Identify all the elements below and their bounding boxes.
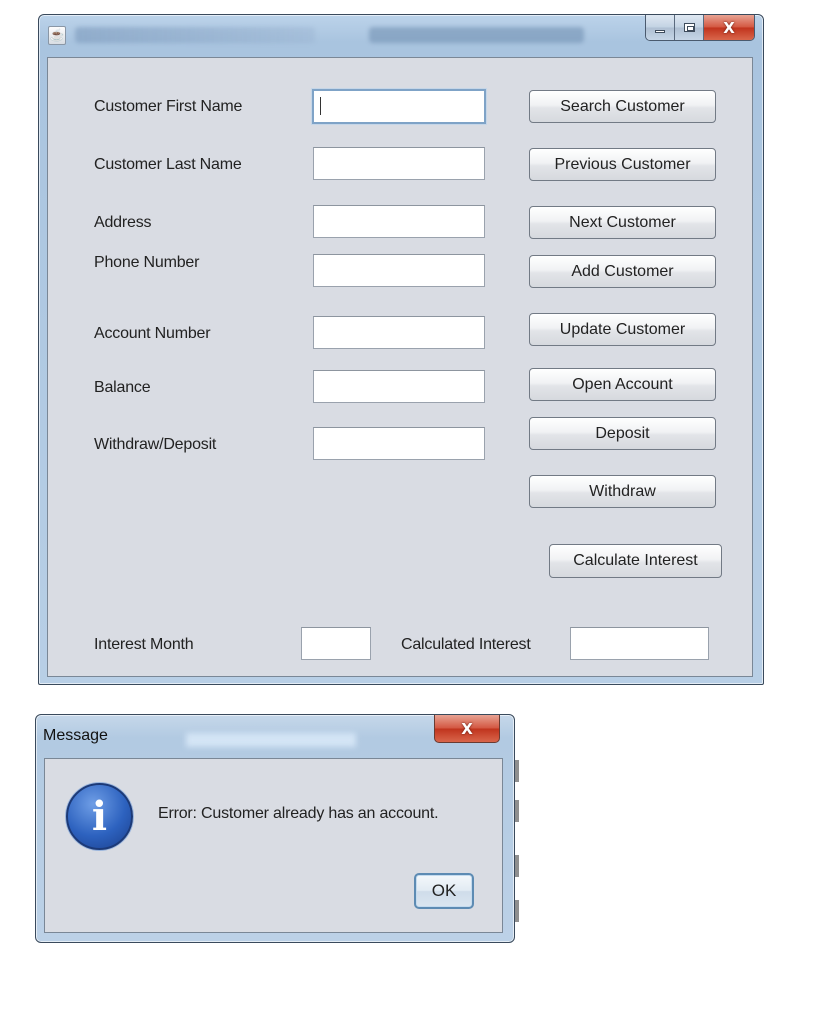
address-input[interactable] bbox=[313, 205, 485, 238]
withdraw-deposit-label: Withdraw/Deposit bbox=[94, 436, 217, 453]
customer-form-panel: Customer First Name Customer Last Name A… bbox=[47, 57, 753, 677]
add-customer-button[interactable]: Add Customer bbox=[529, 255, 716, 288]
first-name-input[interactable] bbox=[312, 89, 486, 124]
dialog-message: Error: Customer already has an account. bbox=[158, 805, 439, 822]
last-name-label: Customer Last Name bbox=[94, 156, 242, 173]
info-icon: i bbox=[66, 783, 133, 850]
window-controls: X bbox=[645, 15, 755, 41]
deposit-button[interactable]: Deposit bbox=[529, 417, 716, 450]
calculated-interest-output[interactable] bbox=[570, 627, 709, 660]
window-title-blurred-secondary bbox=[369, 27, 584, 43]
account-number-input[interactable] bbox=[313, 316, 485, 349]
maximize-icon bbox=[683, 23, 695, 32]
window-title-blurred bbox=[75, 27, 315, 43]
phone-number-input[interactable] bbox=[313, 254, 485, 287]
first-name-label: Customer First Name bbox=[94, 98, 243, 115]
minimize-button[interactable] bbox=[646, 15, 675, 40]
dialog-title: Message bbox=[43, 727, 108, 744]
info-icon-glyph: i bbox=[91, 792, 108, 840]
background-window-edge bbox=[515, 800, 519, 822]
withdraw-button[interactable]: Withdraw bbox=[529, 475, 716, 508]
close-icon: X bbox=[461, 719, 473, 738]
last-name-input[interactable] bbox=[313, 147, 485, 180]
background-window-edge bbox=[515, 760, 519, 782]
title-bar[interactable]: ☕ [blurred title] X bbox=[39, 15, 763, 57]
previous-customer-button[interactable]: Previous Customer bbox=[529, 148, 716, 181]
maximize-button[interactable] bbox=[675, 15, 704, 40]
withdraw-deposit-input[interactable] bbox=[313, 427, 485, 460]
close-button[interactable]: X bbox=[704, 15, 754, 40]
background-window-edge bbox=[515, 900, 519, 922]
address-label: Address bbox=[94, 214, 152, 231]
search-customer-button[interactable]: Search Customer bbox=[529, 90, 716, 123]
interest-month-label: Interest Month bbox=[94, 636, 194, 653]
account-number-label: Account Number bbox=[94, 325, 211, 342]
java-app-icon: ☕ bbox=[48, 26, 66, 45]
balance-label: Balance bbox=[94, 379, 151, 396]
message-dialog: Message X i Error: Customer already has … bbox=[35, 714, 515, 943]
text-caret bbox=[320, 97, 321, 115]
main-window: ☕ [blurred title] X Customer First Name … bbox=[38, 14, 764, 685]
dialog-body: i Error: Customer already has an account… bbox=[44, 758, 503, 933]
balance-input[interactable] bbox=[313, 370, 485, 403]
background-window-edge bbox=[515, 855, 519, 877]
close-icon: X bbox=[723, 18, 735, 37]
calculate-interest-button[interactable]: Calculate Interest bbox=[549, 544, 722, 578]
dialog-close-button[interactable]: X bbox=[434, 715, 500, 743]
interest-month-input[interactable] bbox=[301, 627, 371, 660]
minimize-icon bbox=[655, 29, 665, 33]
open-account-button[interactable]: Open Account bbox=[529, 368, 716, 401]
dialog-title-glass bbox=[186, 733, 356, 747]
ok-button[interactable]: OK bbox=[414, 873, 474, 909]
phone-number-label: Phone Number bbox=[94, 254, 200, 271]
next-customer-button[interactable]: Next Customer bbox=[529, 206, 716, 239]
calculated-interest-label: Calculated Interest bbox=[401, 636, 531, 653]
update-customer-button[interactable]: Update Customer bbox=[529, 313, 716, 346]
